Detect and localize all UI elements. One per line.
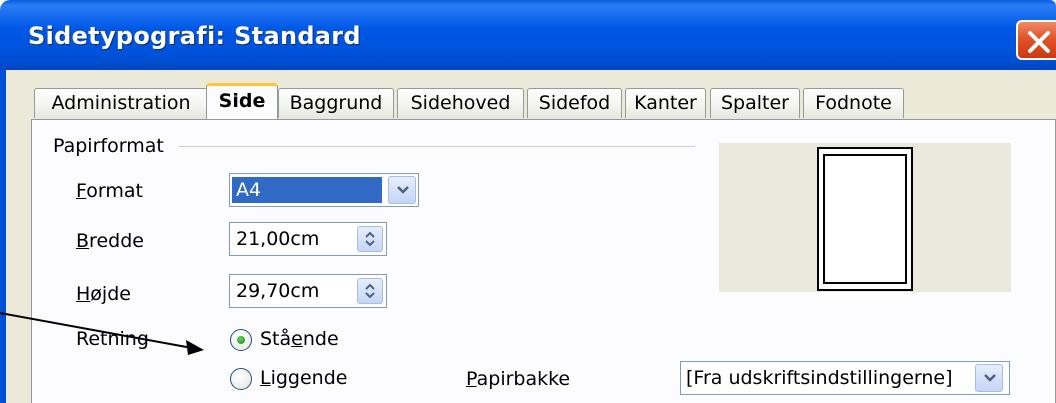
format-value: A4 bbox=[232, 177, 382, 203]
portrait-label[interactable]: Stående bbox=[260, 328, 339, 350]
tab-kanter[interactable]: Kanter bbox=[625, 88, 706, 118]
tab-sidefod[interactable]: Sidefod bbox=[527, 88, 622, 118]
paper-tray-label: Papirbakke bbox=[466, 368, 571, 390]
height-spin-button[interactable] bbox=[357, 278, 383, 304]
orientation-label: Retning bbox=[76, 328, 149, 350]
tab-administration[interactable]: Administration bbox=[34, 88, 208, 118]
paper-tray-select[interactable]: [Fra udskriftsindstillingerne] bbox=[680, 361, 1010, 395]
preview-page-margins bbox=[823, 154, 907, 284]
tab-label: Side bbox=[218, 90, 266, 112]
height-value: 29,70cm bbox=[236, 280, 320, 302]
window-title: Sidetypografi: Standard bbox=[28, 22, 361, 50]
group-separator bbox=[179, 146, 695, 147]
height-field[interactable]: 29,70cm bbox=[229, 274, 387, 308]
tab-side[interactable]: Side bbox=[206, 83, 278, 119]
paper-tray-dropdown-button[interactable] bbox=[975, 364, 1003, 392]
tab-baggrund[interactable]: Baggrund bbox=[278, 88, 394, 118]
portrait-radio[interactable] bbox=[230, 329, 252, 351]
tab-label: Spalter bbox=[721, 92, 789, 114]
width-field[interactable]: 21,00cm bbox=[229, 222, 387, 256]
landscape-label[interactable]: Liggende bbox=[260, 367, 347, 389]
paper-tray-value: [Fra udskriftsindstillingerne] bbox=[686, 367, 953, 389]
width-spin-button[interactable] bbox=[357, 226, 383, 252]
width-label: Bredde bbox=[76, 230, 144, 252]
height-label: Højde bbox=[76, 283, 131, 305]
tab-label: Sidefod bbox=[538, 92, 611, 114]
tab-label: Administration bbox=[51, 92, 191, 114]
radio-selected-dot bbox=[237, 336, 245, 344]
group-label-paper-format: Papirformat bbox=[53, 135, 164, 157]
format-label: Format bbox=[76, 180, 143, 202]
tab-label: Fodnote bbox=[815, 92, 892, 114]
dialog-body: Administration Side Baggrund Sidehoved S… bbox=[6, 70, 1056, 403]
landscape-radio[interactable] bbox=[230, 368, 252, 390]
format-select[interactable]: A4 bbox=[229, 173, 419, 207]
tab-label: Kanter bbox=[634, 92, 697, 114]
format-dropdown-button[interactable] bbox=[388, 176, 416, 204]
page-style-dialog: Sidetypografi: Standard Administration S… bbox=[0, 0, 1056, 403]
tab-fodnote[interactable]: Fodnote bbox=[803, 88, 904, 118]
page-preview bbox=[719, 143, 1011, 292]
tab-sidehoved[interactable]: Sidehoved bbox=[397, 88, 524, 118]
tab-spalter[interactable]: Spalter bbox=[710, 88, 800, 118]
width-value: 21,00cm bbox=[236, 228, 320, 250]
tab-label: Baggrund bbox=[289, 92, 383, 114]
close-button[interactable] bbox=[1016, 20, 1056, 60]
title-bar[interactable]: Sidetypografi: Standard bbox=[0, 0, 1056, 70]
tab-label: Sidehoved bbox=[410, 92, 511, 114]
